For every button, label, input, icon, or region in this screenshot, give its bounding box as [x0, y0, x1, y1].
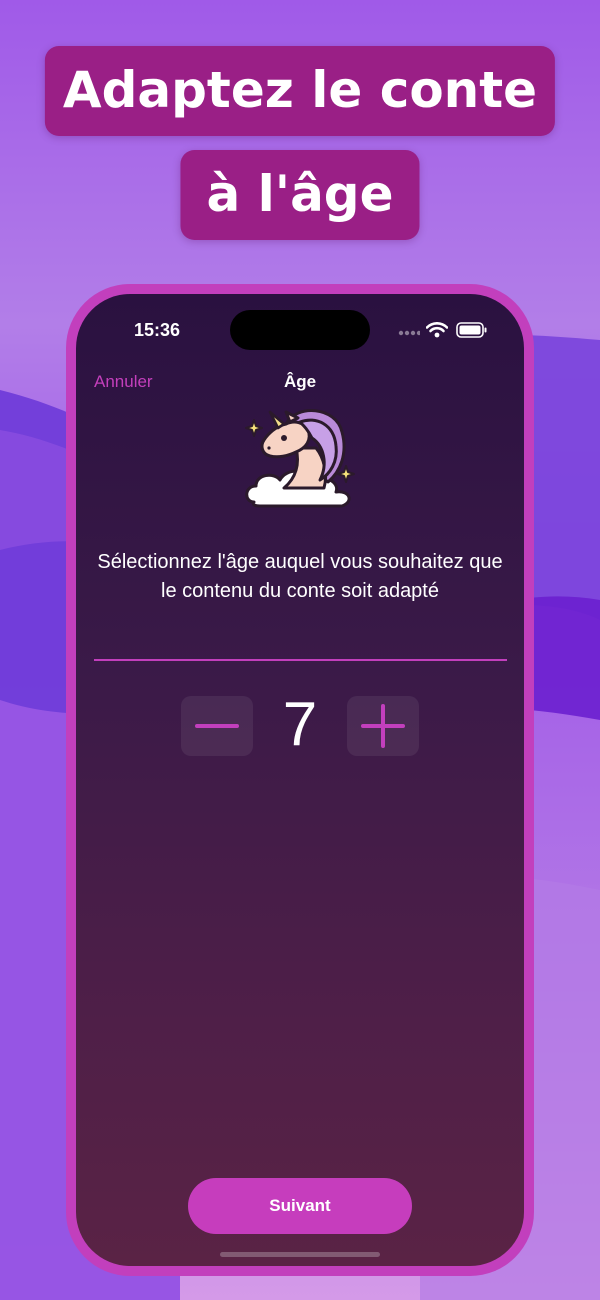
page-title: Âge	[283, 372, 317, 391]
phone-frame: 15:36 Annuler Âge Sélectionnez l'âge auq…	[66, 284, 534, 1276]
wifi-icon	[426, 322, 448, 338]
increment-age-button[interactable]	[347, 696, 419, 756]
age-prompt-text: Sélectionnez l'âge auquel vous souhaitez…	[97, 551, 503, 602]
unicorn-illustration	[245, 409, 355, 508]
minus-icon	[195, 724, 239, 728]
next-button[interactable]: Suivant	[188, 1178, 412, 1234]
status-time: 15:36	[134, 320, 181, 340]
divider	[94, 659, 507, 661]
battery-icon	[456, 322, 487, 338]
age-value: 7	[282, 690, 318, 759]
headline-line-1: Adaptez le conte	[44, 46, 556, 136]
plus-icon-vertical	[381, 704, 385, 748]
decrement-age-button[interactable]	[181, 696, 253, 756]
phone-screen: 15:36 Annuler Âge Sélectionnez l'âge auq…	[76, 294, 524, 1266]
dynamic-island	[230, 310, 370, 350]
cellular-signal-icon	[398, 330, 420, 336]
headline-line-2: à l'âge	[180, 150, 420, 240]
home-indicator	[220, 1252, 380, 1257]
